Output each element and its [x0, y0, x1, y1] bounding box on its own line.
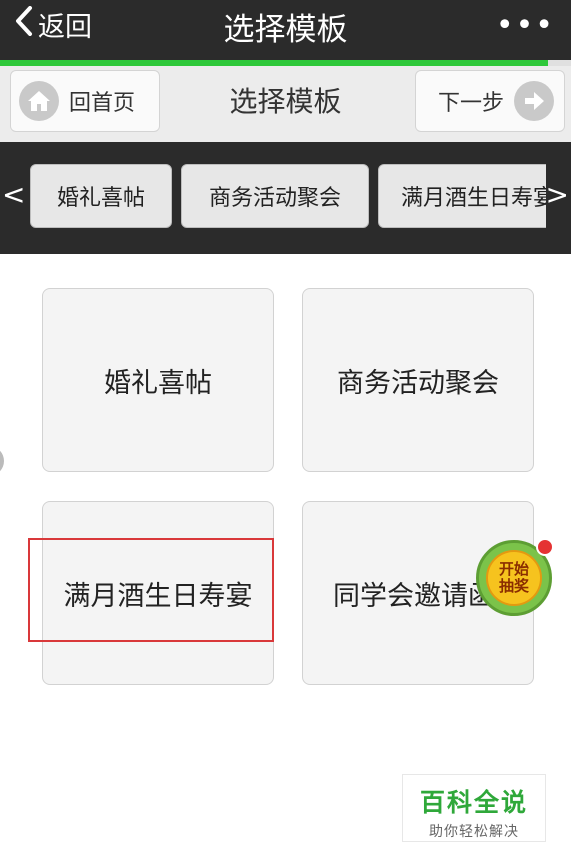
lottery-line2: 抽奖	[498, 577, 529, 595]
notification-dot	[536, 538, 554, 556]
watermark-logo: 百科全说 助你轻松解决	[402, 774, 546, 842]
template-grid: 婚礼喜帖 商务活动聚会 满月酒生日寿宴 同学会邀请函 开始 抽奖 百科全说 助你…	[0, 254, 571, 868]
tab-fullmoon[interactable]: 满月酒生日寿宴	[378, 164, 546, 228]
side-handle[interactable]	[0, 446, 4, 476]
category-tabs: < 婚礼喜帖 商务活动聚会 满月酒生日寿宴 >	[0, 142, 571, 254]
home-button[interactable]: 回首页	[10, 70, 160, 132]
next-step-button[interactable]: 下一步	[415, 70, 565, 132]
tabs-prev-arrow[interactable]: <	[2, 178, 25, 211]
watermark-subtitle: 助你轻松解决	[429, 824, 519, 840]
next-label: 下一步	[438, 91, 505, 116]
arrow-right-icon	[514, 81, 555, 121]
toolbar-title: 选择模板	[229, 85, 342, 118]
home-label: 回首页	[69, 91, 136, 116]
tabs-track: 婚礼喜帖 商务活动聚会 满月酒生日寿宴	[26, 164, 546, 230]
template-card-business[interactable]: 商务活动聚会	[302, 288, 534, 472]
watermark-title: 百科全说	[419, 788, 528, 817]
page-title: 选择模板	[223, 12, 348, 48]
lottery-button[interactable]: 开始 抽奖	[476, 538, 554, 616]
top-nav-bar: 返回 选择模板 •••	[0, 0, 571, 62]
lottery-line1: 开始	[498, 560, 529, 578]
more-dots-icon[interactable]: •••	[496, 8, 555, 43]
tab-business[interactable]: 商务活动聚会	[181, 164, 369, 228]
template-card-wedding[interactable]: 婚礼喜帖	[42, 288, 274, 472]
lottery-badge: 开始 抽奖	[486, 550, 542, 606]
tab-wedding[interactable]: 婚礼喜帖	[30, 164, 172, 228]
toolbar: 回首页 选择模板 下一步	[0, 66, 571, 142]
tabs-next-arrow[interactable]: >	[546, 178, 569, 211]
home-icon	[19, 81, 59, 121]
selection-highlight	[28, 538, 274, 642]
